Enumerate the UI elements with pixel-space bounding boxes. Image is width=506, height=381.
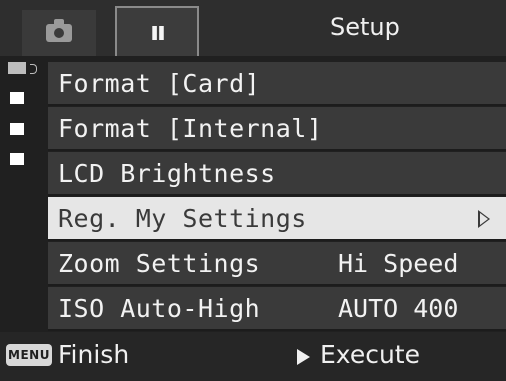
menu-item-lcd-brightness[interactable]: LCD Brightness <box>48 152 506 196</box>
menu-item-format-internal[interactable]: Format [Internal] <box>48 107 506 151</box>
header: ıı Setup <box>0 0 506 56</box>
menu-item-format-card[interactable]: Format [Card] <box>48 62 506 106</box>
finish-hint: Finish <box>58 340 130 369</box>
execute-hint: Execute <box>320 340 420 369</box>
menu-item-label: ISO Auto-High <box>58 294 261 323</box>
footer: MENU Finish Execute <box>0 332 506 381</box>
page-title: Setup <box>330 13 400 41</box>
menu-item-value: AUTO 400 <box>338 294 459 323</box>
tab-setup[interactable]: ıı <box>115 6 199 56</box>
menu-item-iso-auto-high[interactable]: ISO Auto-High AUTO 400 <box>48 287 506 331</box>
play-icon <box>297 349 310 365</box>
menu-item-zoom-settings[interactable]: Zoom Settings Hi Speed <box>48 242 506 286</box>
camera-icon <box>46 19 72 42</box>
menu-item-value: Hi Speed <box>338 249 459 278</box>
menu-item-label: Format [Card] <box>58 69 261 98</box>
page-indicator-3 <box>10 123 24 135</box>
setup-menu-list: Format [Card] Format [Internal] LCD Brig… <box>48 62 506 332</box>
camera-setup-screen: ıı Setup Format [Card] Format [Internal]… <box>0 0 506 381</box>
submenu-arrow-icon <box>478 210 490 228</box>
menu-item-reg-my-settings[interactable]: Reg. My Settings <box>48 197 506 241</box>
page-indicator-pointer-icon <box>30 64 37 74</box>
page-scroll-indicator <box>8 62 40 182</box>
menu-item-label: Format [Internal] <box>58 114 323 143</box>
wrench-icon: ıı <box>150 17 166 47</box>
menu-item-label: Reg. My Settings <box>58 204 307 233</box>
page-indicator-2 <box>10 92 24 104</box>
menu-item-label: Zoom Settings <box>58 249 261 278</box>
menu-key-icon[interactable]: MENU <box>6 344 52 366</box>
tab-shooting[interactable] <box>22 10 96 56</box>
page-indicator-1 <box>8 62 26 74</box>
menu-item-label: LCD Brightness <box>58 159 276 188</box>
page-indicator-4 <box>10 153 24 165</box>
